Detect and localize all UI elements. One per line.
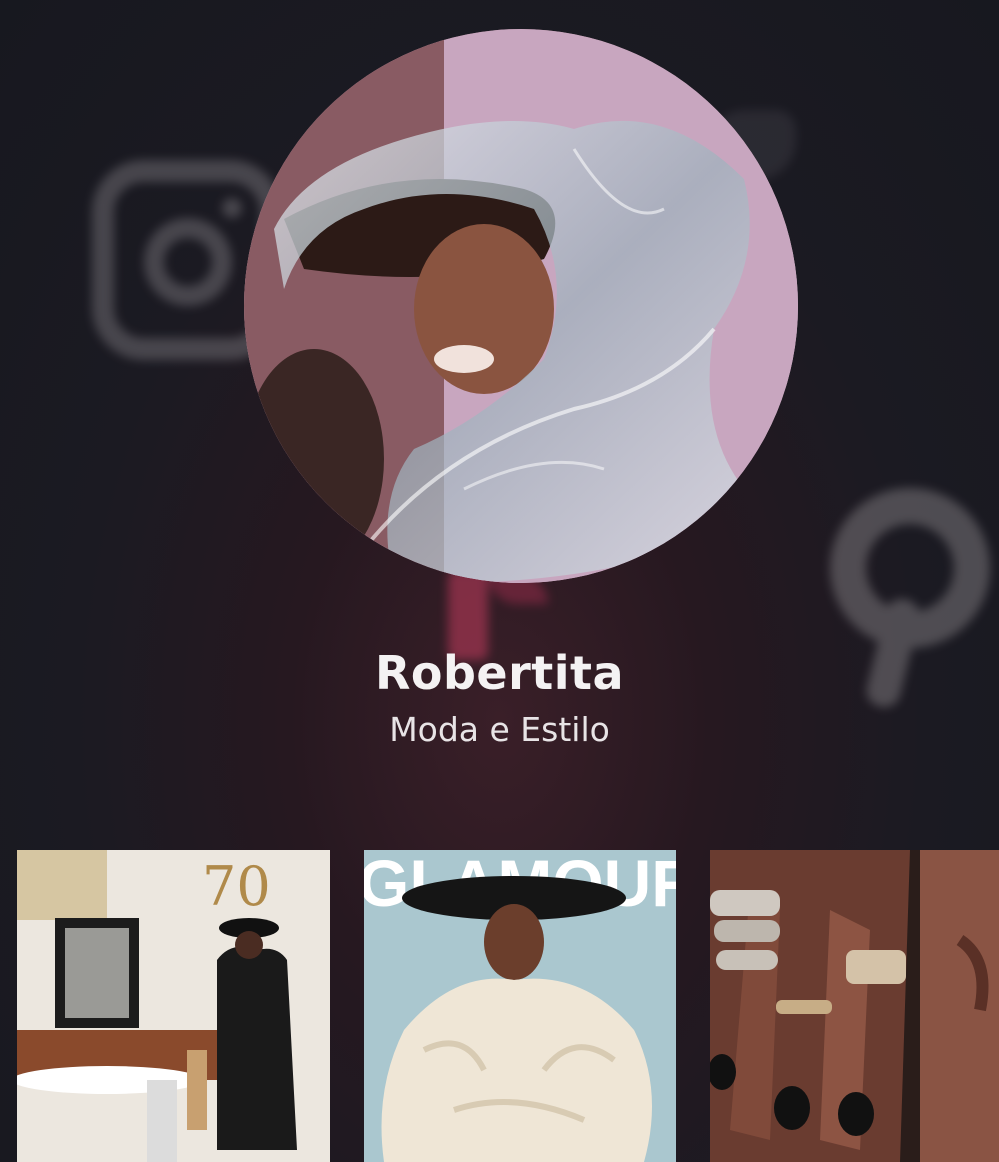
- profile-name: Robertita: [374, 646, 625, 700]
- rings-photo[interactable]: [710, 850, 999, 1162]
- magazine-cover-70[interactable]: 70: [17, 850, 330, 1162]
- magazine-cover-glamour[interactable]: GLAMOUR: [364, 850, 676, 1162]
- cover-70-text: 70: [202, 855, 271, 918]
- profile-subtitle: Moda e Estilo: [389, 710, 610, 749]
- avatar[interactable]: [244, 29, 798, 583]
